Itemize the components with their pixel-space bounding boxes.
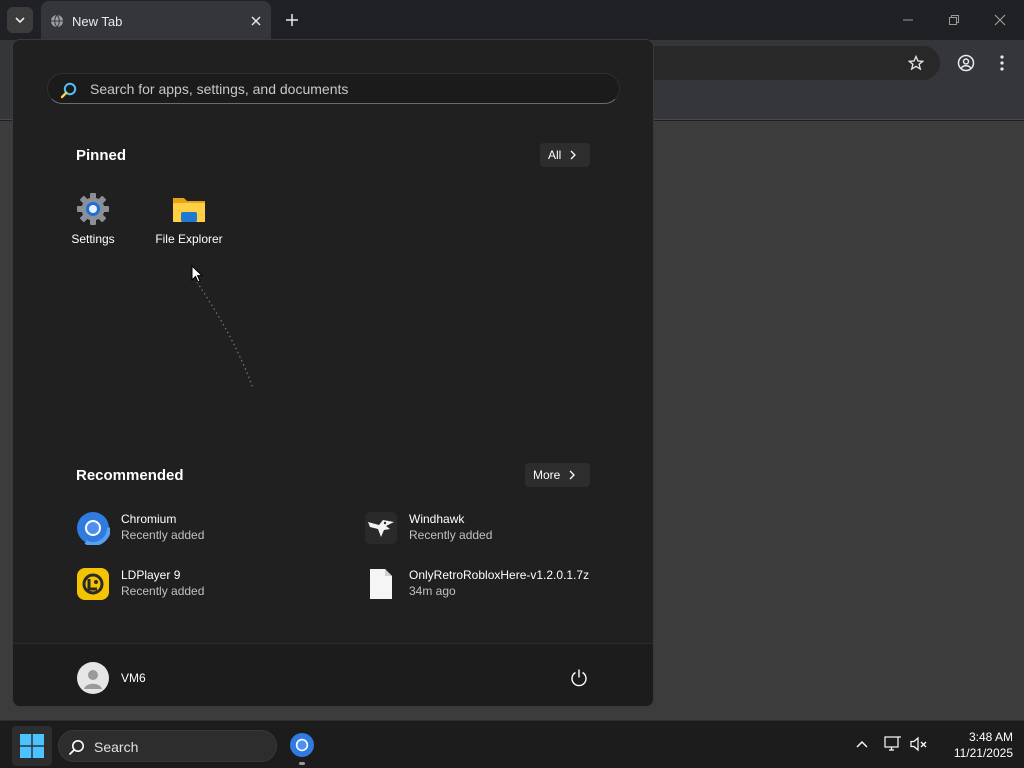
power-icon[interactable] (569, 668, 589, 688)
user-account-button[interactable]: VM6 (77, 662, 146, 694)
search-icon (60, 82, 77, 99)
new-tab-button[interactable] (283, 11, 301, 29)
pinned-title: Pinned (76, 147, 127, 164)
recommended-item-subtitle: 34m ago (409, 584, 456, 598)
start-search-input[interactable] (90, 77, 590, 101)
taskbar-app-chromium[interactable] (284, 727, 320, 765)
more-label: More (533, 468, 561, 482)
chromium-icon (76, 511, 110, 545)
recommended-item-subtitle: Recently added (409, 528, 493, 542)
profile-button[interactable] (955, 52, 977, 74)
volume-button[interactable] (910, 735, 928, 753)
minimize-icon (903, 19, 913, 21)
pinned-app-settings[interactable]: Settings (51, 190, 135, 252)
browser-tabstrip: New Tab (0, 0, 1024, 40)
menu-icon (1000, 55, 1004, 71)
chevron-up-icon (856, 741, 868, 748)
recommended-item-subtitle: Recently added (121, 528, 205, 542)
network-icon (884, 736, 901, 751)
pinned-app-file-explorer[interactable]: File Explorer (147, 190, 231, 252)
ldplayer-icon (77, 568, 109, 600)
recommended-title: Recommended (76, 467, 184, 484)
recommended-item-file[interactable]: OnlyRetroRobloxHere-v1.2.0.1.7z 34m ago (364, 564, 644, 604)
minimize-button[interactable] (900, 12, 916, 28)
bookmark-star-button[interactable] (905, 52, 927, 74)
chevron-right-icon (569, 470, 576, 480)
show-hidden-icons-button[interactable] (853, 735, 871, 753)
recommended-item-name: OnlyRetroRobloxHere-v1.2.0.1.7z (409, 568, 590, 582)
star-icon (908, 55, 924, 71)
plus-icon (286, 14, 298, 26)
pinned-app-label: Settings (71, 232, 115, 246)
pinned-app-label: File Explorer (155, 232, 223, 246)
start-menu: Pinned All Settings File Explorer Recomm… (12, 39, 654, 707)
all-apps-button[interactable]: All (540, 143, 590, 167)
chromium-icon (290, 733, 314, 757)
search-icon (69, 740, 84, 755)
restore-icon (949, 15, 959, 25)
recommended-item-chromium[interactable]: Chromium Recently added (76, 508, 336, 548)
recommended-item-name: Windhawk (409, 512, 465, 526)
globe-icon (51, 14, 63, 28)
taskbar-search-label: Search (94, 739, 139, 755)
close-icon (251, 16, 261, 26)
clock-time: 3:48 AM (968, 730, 1013, 744)
tab-close-button[interactable] (248, 13, 264, 29)
profile-icon (957, 54, 975, 72)
tab-list-icon (15, 17, 25, 24)
chevron-right-icon (570, 150, 577, 160)
start-search-box[interactable] (47, 73, 620, 104)
user-avatar-icon (84, 670, 102, 689)
tab-title: New Tab (72, 14, 123, 29)
recommended-item-ldplayer[interactable]: LDPlayer 9 Recently added (76, 564, 336, 604)
clock-date: 11/21/2025 (953, 746, 1013, 760)
taskbar-clock[interactable]: 3:48 AM 11/21/2025 (935, 729, 1013, 761)
windhawk-icon (365, 512, 397, 544)
avatar (77, 662, 109, 694)
close-window-icon (994, 14, 1006, 26)
folder-icon (173, 198, 205, 222)
recommended-item-name: LDPlayer 9 (121, 568, 181, 582)
start-footer: VM6 (13, 643, 653, 706)
more-button[interactable]: More (525, 463, 590, 487)
tab-list-button[interactable] (7, 7, 33, 33)
browser-menu-button[interactable] (991, 52, 1013, 74)
restore-button[interactable] (946, 12, 962, 28)
mouse-cursor-icon (191, 265, 203, 283)
taskbar-search[interactable]: Search (58, 730, 277, 762)
user-name: VM6 (121, 671, 146, 685)
recommended-item-windhawk[interactable]: Windhawk Recently added (364, 508, 624, 548)
recommended-item-subtitle: Recently added (121, 584, 205, 598)
start-button[interactable] (12, 726, 52, 766)
windows-logo-icon (20, 734, 44, 758)
volume-muted-icon (910, 736, 927, 752)
browser-tab[interactable]: New Tab (41, 1, 271, 40)
running-indicator (299, 762, 305, 765)
settings-gear-icon (77, 193, 109, 225)
recommended-item-name: Chromium (121, 512, 177, 526)
file-icon (370, 569, 392, 599)
cursor-trail (196, 281, 254, 389)
network-button[interactable] (884, 735, 902, 753)
close-window-button[interactable] (992, 12, 1008, 28)
all-apps-label: All (548, 148, 562, 162)
taskbar: Search 3:48 AM 11/21/2025 (0, 720, 1024, 768)
